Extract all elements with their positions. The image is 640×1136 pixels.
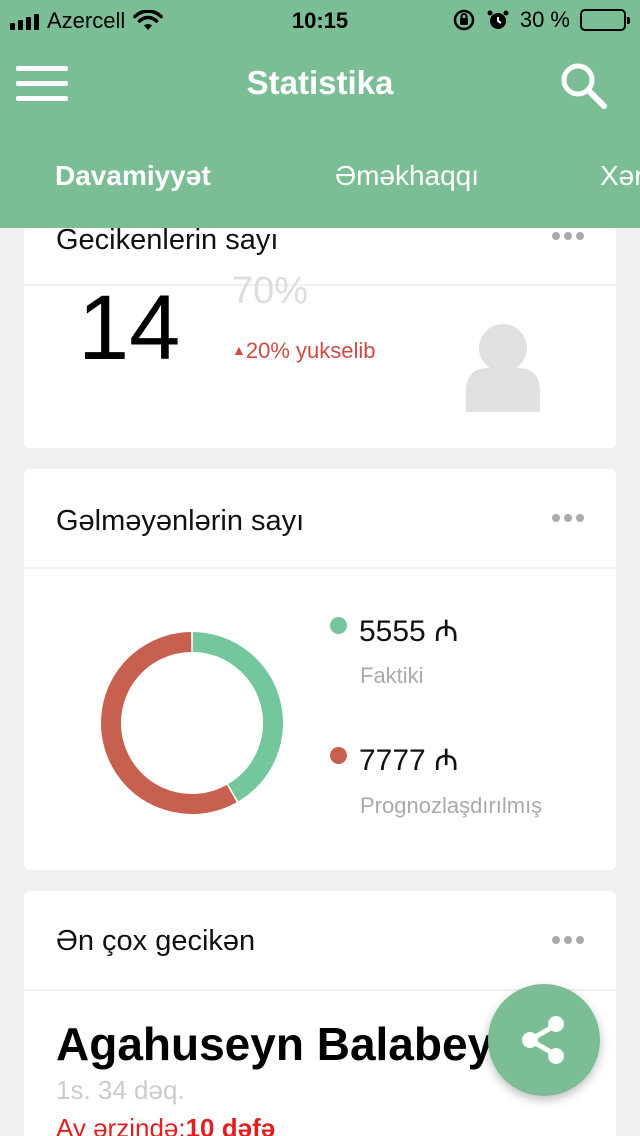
tab-emekhaqqi[interactable]: Əməkhaqqı xyxy=(335,160,479,192)
status-bar: Azercell 10:15 30 % xyxy=(0,0,640,40)
rotation-lock-icon xyxy=(453,9,475,31)
frequency-label: Ay ərzində: xyxy=(56,1113,186,1136)
alarm-icon xyxy=(487,10,509,29)
trend-text: 20% yukselib xyxy=(245,338,376,363)
search-icon[interactable] xyxy=(558,60,610,112)
share-icon xyxy=(522,1016,564,1064)
legend-value-faktiki: 5555 ₼ xyxy=(359,615,459,648)
late-percent: 70% xyxy=(232,270,309,312)
card-title: Gecikenlerin sayı xyxy=(56,224,279,256)
donut-slice-faktiki xyxy=(192,632,283,802)
donut-chart xyxy=(101,632,283,814)
legend-dot-faktiki xyxy=(330,617,347,634)
tab-xerc[interactable]: Xər xyxy=(600,160,640,192)
page-title: Statistika xyxy=(246,64,394,101)
legend-label-prognoz: Prognozlaşdırılmış xyxy=(360,793,543,818)
user-avatar-icon xyxy=(466,324,540,412)
late-frequency: Ay ərzində:10 dəfə xyxy=(56,1113,275,1136)
late-count-card: Gecikenlerin sayı 14 70% ▲20% yukselib xyxy=(24,190,616,448)
employee-name[interactable]: Agahuseyn Balabeyli xyxy=(56,1017,519,1071)
arrow-up-icon: ▲ xyxy=(232,342,246,358)
more-icon[interactable] xyxy=(552,936,584,944)
absent-count-card: Gəlməyənlərin sayı 5555 ₼ Faktiki 7777 ₼… xyxy=(24,469,616,870)
app-bar: Statistika xyxy=(0,40,640,130)
more-icon[interactable] xyxy=(552,232,584,240)
frequency-value: 10 dəfə xyxy=(185,1113,276,1136)
battery-icon xyxy=(580,9,630,31)
legend-value-prognoz: 7777 ₼ xyxy=(359,744,459,777)
share-button[interactable] xyxy=(488,984,600,1096)
more-icon[interactable] xyxy=(552,514,584,522)
trend-indicator: ▲20% yukselib xyxy=(232,338,376,364)
late-count-value: 14 xyxy=(78,277,181,379)
card-title: Ən çox gecikən xyxy=(56,925,256,957)
battery-percent: 30 % xyxy=(519,7,570,32)
legend-dot-prognoz xyxy=(330,747,347,764)
late-duration: 1s. 34 dəq. xyxy=(56,1075,185,1105)
legend-label-faktiki: Faktiki xyxy=(360,663,424,688)
tab-bar: Davamiyyət Əməkhaqqı Xər xyxy=(0,150,640,210)
donut-slice-prognozlaşdırılmış xyxy=(101,632,237,814)
card-title: Gəlməyənlərin sayı xyxy=(56,505,305,537)
tab-davamiyyet[interactable]: Davamiyyət xyxy=(55,160,211,192)
top-bar: Azercell 10:15 30 % Statistika Davamiyyə… xyxy=(0,0,640,228)
